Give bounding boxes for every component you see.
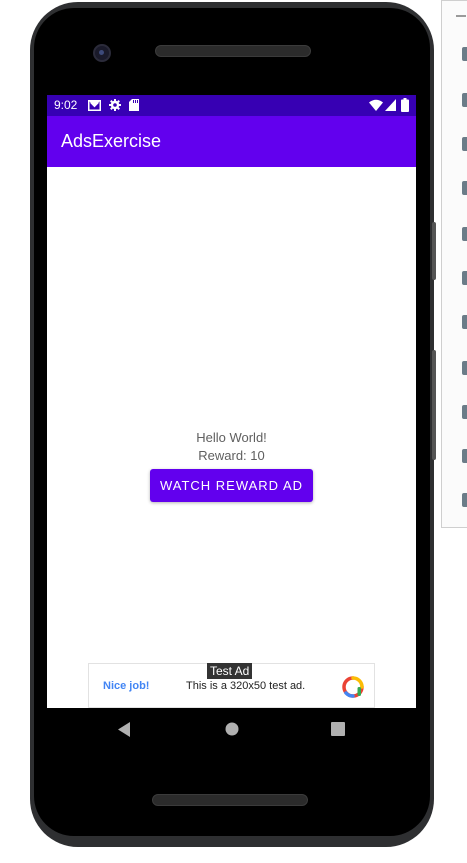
ad-headline[interactable]: Nice job! <box>103 680 149 692</box>
volume-down-icon[interactable] <box>462 137 467 151</box>
volume-rocker[interactable] <box>432 350 436 460</box>
rotate-left-icon[interactable] <box>462 181 467 195</box>
back-toolbar-icon[interactable] <box>462 361 467 375</box>
ad-banner[interactable]: Test Ad Nice job! This is a 320x50 test … <box>88 663 375 708</box>
front-camera-icon <box>93 44 111 62</box>
bottom-speaker <box>152 794 308 806</box>
zoom-icon[interactable] <box>462 315 467 329</box>
watch-reward-ad-button[interactable]: WATCH REWARD AD <box>150 469 313 502</box>
status-bar: 9:02 <box>47 95 416 116</box>
rotate-right-icon[interactable] <box>462 227 467 241</box>
power-button[interactable] <box>432 222 436 280</box>
minimize-icon[interactable] <box>456 15 466 17</box>
home-icon[interactable] <box>225 722 239 736</box>
device-screen: 9:02 AdsExercise Hello World! Reward: 10… <box>47 95 416 708</box>
wifi-icon <box>369 99 383 111</box>
reward-text: Reward: 10 <box>198 448 265 463</box>
more-icon[interactable] <box>462 493 467 507</box>
sd-card-icon <box>129 99 139 111</box>
overview-toolbar-icon[interactable] <box>462 449 467 463</box>
nav-bar <box>47 708 416 752</box>
hello-text: Hello World! <box>196 430 267 445</box>
ad-body-text: This is a 320x50 test ad. <box>186 680 306 692</box>
earpiece-speaker <box>155 45 311 57</box>
main-content: Hello World! Reward: 10 WATCH REWARD AD … <box>47 167 416 708</box>
test-ad-label: Test Ad <box>207 663 253 679</box>
screenshot-icon[interactable] <box>462 271 467 285</box>
back-icon[interactable] <box>118 722 130 737</box>
emulator-window: 9:02 AdsExercise Hello World! Reward: 10… <box>0 0 467 863</box>
app-bar: AdsExercise <box>47 116 416 167</box>
settings-icon <box>109 99 121 111</box>
app-title: AdsExercise <box>61 131 162 151</box>
battery-icon <box>401 98 409 112</box>
recents-icon[interactable] <box>331 722 345 736</box>
status-time: 9:02 <box>54 98 78 112</box>
signal-icon <box>385 99 396 111</box>
gmail-icon <box>88 100 101 111</box>
home-toolbar-icon[interactable] <box>462 405 467 419</box>
volume-up-icon[interactable] <box>462 93 467 107</box>
emulator-toolbar <box>441 0 467 528</box>
admob-logo-icon[interactable] <box>342 676 364 698</box>
power-icon[interactable] <box>462 47 467 61</box>
